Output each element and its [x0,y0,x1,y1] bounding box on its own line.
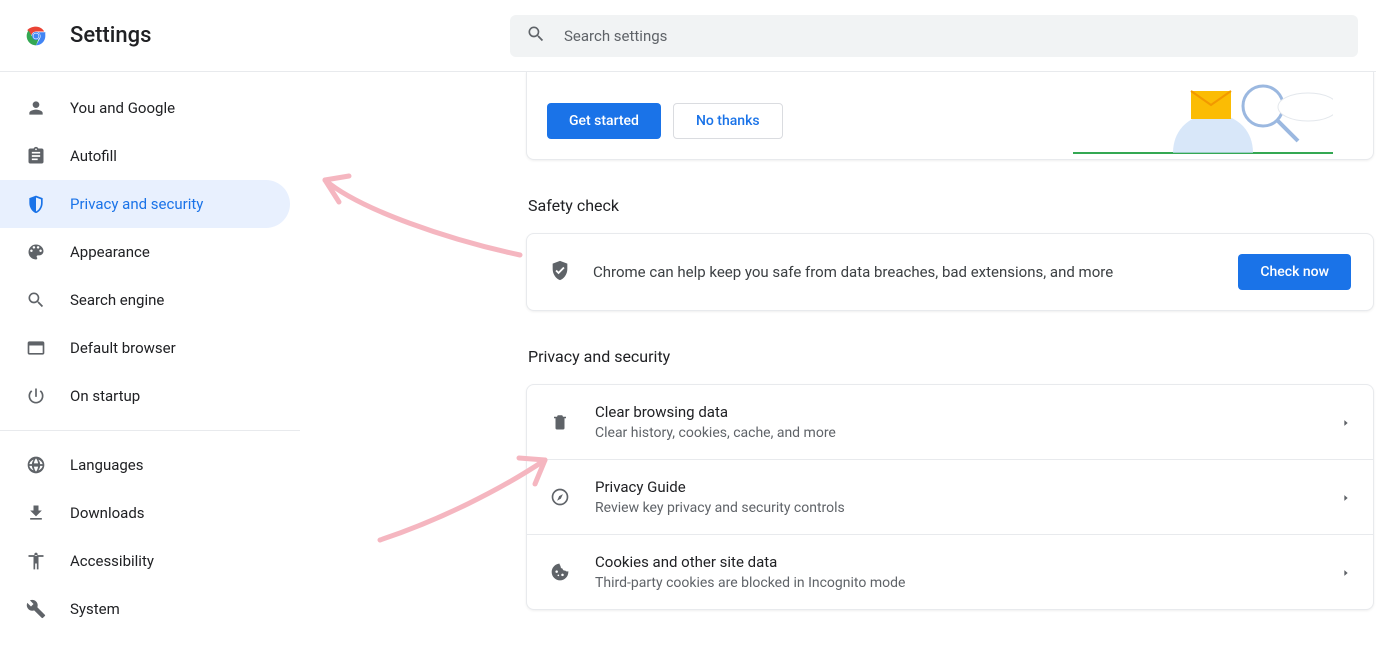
no-thanks-button[interactable]: No thanks [673,103,783,139]
search-icon [526,24,546,48]
search-box[interactable] [510,15,1358,57]
row-subtitle: Third-party cookies are blocked in Incog… [595,575,1341,591]
sidebar-item-label: Privacy and security [70,195,203,213]
safety-check-card: Chrome can help keep you safe from data … [526,233,1374,311]
chevron-right-icon [1341,488,1351,507]
chevron-right-icon [1341,563,1351,582]
sidebar-item-label: System [70,600,120,618]
sidebar: You and Google Autofill Privacy and secu… [0,72,300,661]
clipboard-icon [24,144,48,168]
compass-icon [549,487,571,507]
main-content: Get started No thanks Safety [300,72,1376,661]
sidebar-item-accessibility[interactable]: Accessibility [0,537,290,585]
chevron-right-icon [1341,413,1351,432]
sidebar-item-autofill[interactable]: Autofill [0,132,290,180]
row-title: Clear browsing data [595,403,1341,421]
trash-icon [549,413,571,431]
sidebar-item-label: Appearance [70,243,150,261]
privacy-list-card: Clear browsing data Clear history, cooki… [526,384,1374,610]
sidebar-item-label: Default browser [70,339,176,357]
shield-icon [24,192,48,216]
wrench-icon [24,597,48,621]
sidebar-item-on-startup[interactable]: On startup [0,372,290,420]
safety-check-section-title: Safety check [528,196,1374,215]
sidebar-item-label: Autofill [70,147,117,165]
row-cookies[interactable]: Cookies and other site data Third-party … [527,535,1373,609]
sidebar-item-appearance[interactable]: Appearance [0,228,290,276]
header: Settings [0,0,1376,72]
chrome-logo-icon [22,22,50,50]
cookie-icon [549,562,571,582]
sidebar-item-system[interactable]: System [0,585,290,633]
privacy-section-title: Privacy and security [528,347,1374,366]
row-title: Privacy Guide [595,478,1341,496]
privacy-guide-promo-card: Get started No thanks [526,72,1374,160]
safety-check-text: Chrome can help keep you safe from data … [593,263,1238,281]
globe-icon [24,453,48,477]
sidebar-item-languages[interactable]: Languages [0,441,290,489]
sidebar-divider [0,430,300,431]
check-now-button[interactable]: Check now [1238,254,1351,290]
browser-icon [24,336,48,360]
row-subtitle: Clear history, cookies, cache, and more [595,425,1341,441]
download-icon [24,501,48,525]
palette-icon [24,240,48,264]
row-subtitle: Review key privacy and security controls [595,500,1341,516]
sidebar-item-label: You and Google [70,99,175,117]
sidebar-item-downloads[interactable]: Downloads [0,489,290,537]
page-title: Settings [70,23,151,48]
sidebar-item-label: Accessibility [70,552,154,570]
search-icon [24,288,48,312]
power-icon [24,384,48,408]
sidebar-item-privacy-and-security[interactable]: Privacy and security [0,180,290,228]
person-icon [24,96,48,120]
sidebar-item-you-and-google[interactable]: You and Google [0,84,290,132]
row-title: Cookies and other site data [595,553,1341,571]
shield-check-icon [549,259,571,285]
sidebar-item-default-browser[interactable]: Default browser [0,324,290,372]
search-input[interactable] [564,27,1342,45]
sidebar-item-label: Search engine [70,291,164,309]
row-privacy-guide[interactable]: Privacy Guide Review key privacy and sec… [527,460,1373,535]
accessibility-icon [24,549,48,573]
sidebar-item-label: On startup [70,387,140,405]
get-started-button[interactable]: Get started [547,103,661,139]
sidebar-item-label: Languages [70,456,144,474]
sidebar-item-label: Downloads [70,504,145,522]
row-clear-browsing-data[interactable]: Clear browsing data Clear history, cooki… [527,385,1373,460]
sidebar-item-search-engine[interactable]: Search engine [0,276,290,324]
guide-illustration-icon [1073,72,1333,159]
